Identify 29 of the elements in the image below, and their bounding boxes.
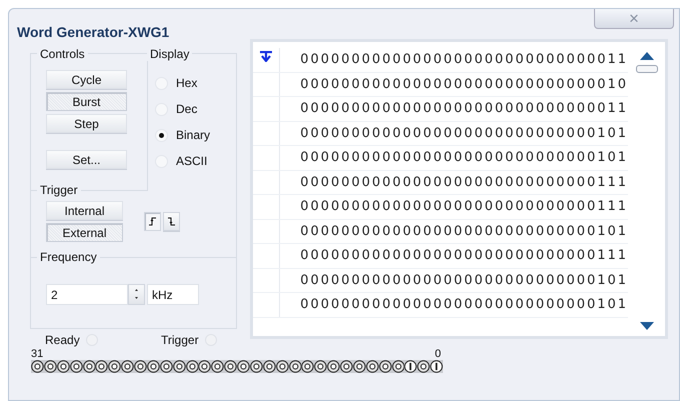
bit-label: 31 [31, 349, 44, 360]
radio-label: ASCII [176, 154, 208, 168]
scroll-down-icon[interactable] [640, 322, 654, 330]
trigger-button[interactable]: Internal [46, 201, 123, 220]
mode-button[interactable]: Cycle [46, 70, 127, 89]
group-label: Frequency [37, 250, 100, 264]
mode-button[interactable]: Step [46, 114, 127, 133]
group-label: Trigger [37, 183, 81, 197]
mode-button[interactable]: Burst [46, 92, 127, 111]
scroll-thumb[interactable] [636, 65, 658, 73]
radio-label: Dec [176, 102, 198, 116]
edge-button[interactable] [163, 212, 180, 231]
frequency-field[interactable]: 2 [46, 284, 128, 305]
group-label: Display [147, 47, 192, 61]
trigger-button[interactable]: External [46, 223, 123, 242]
radio-label: Binary [176, 128, 210, 142]
falling-edge-icon [166, 216, 177, 227]
rising-edge-icon [147, 216, 158, 227]
radio-label: Hex [176, 76, 198, 90]
status-label: Ready [45, 333, 80, 347]
status-label: Trigger [161, 333, 199, 347]
bit-label: 0 [434, 349, 441, 360]
edge-button[interactable] [144, 212, 161, 231]
window-title: Word Generator-XWG1 [17, 24, 170, 40]
scroll-up-icon[interactable] [640, 52, 654, 60]
set-button[interactable]: Set... [46, 150, 127, 169]
group-label: Controls [37, 47, 88, 61]
unit-label: kHz [147, 284, 199, 305]
radio-button[interactable] [155, 128, 168, 142]
